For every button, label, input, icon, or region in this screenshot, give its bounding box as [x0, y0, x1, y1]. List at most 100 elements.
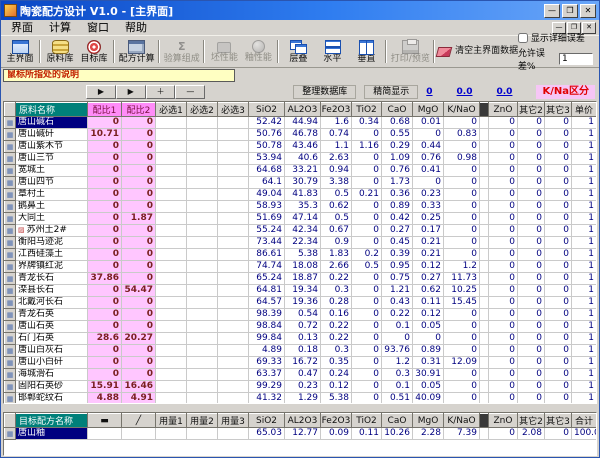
grid-cell[interactable]: 0.24: [321, 369, 352, 381]
grid-cell[interactable]: 53.94: [249, 153, 285, 165]
grid-cell[interactable]: 41.32: [249, 393, 285, 405]
material-name-cell[interactable]: 宽城土: [16, 165, 88, 177]
material-name-cell[interactable]: 唐山白灰石: [16, 345, 88, 357]
row-marker-icon[interactable]: ▦: [5, 237, 16, 249]
grid-cell[interactable]: [480, 153, 489, 165]
grid-cell[interactable]: [187, 369, 218, 381]
grid-cell[interactable]: 0: [489, 213, 518, 225]
row-marker-icon[interactable]: ▦: [5, 129, 16, 141]
row-marker-icon[interactable]: ▦: [5, 153, 16, 165]
grid-cell[interactable]: 52.42: [249, 117, 285, 129]
grid-cell[interactable]: 0: [444, 201, 480, 213]
grid-cell[interactable]: 0: [518, 333, 545, 345]
grid-cell[interactable]: [187, 225, 218, 237]
minimize-button[interactable]: —: [544, 4, 560, 18]
grid-cell[interactable]: 73.44: [249, 237, 285, 249]
grid-cell[interactable]: 0.05: [413, 321, 444, 333]
grid-cell[interactable]: [156, 309, 187, 321]
grid-cell[interactable]: [218, 297, 249, 309]
grid-cell[interactable]: 0: [352, 129, 382, 141]
grid-cell[interactable]: [480, 285, 489, 297]
grid-cell[interactable]: 0.68: [382, 117, 413, 129]
material-name-cell[interactable]: 唐山小白矸: [16, 357, 88, 369]
grid-cell[interactable]: 0.45: [382, 237, 413, 249]
grid-cell[interactable]: 0: [518, 225, 545, 237]
grid-cell[interactable]: [187, 201, 218, 213]
grid-cell[interactable]: 0: [122, 345, 156, 357]
grid-cell[interactable]: [156, 321, 187, 333]
stat-count[interactable]: 0: [426, 87, 432, 97]
grid-cell[interactable]: [480, 117, 489, 129]
grid-cell[interactable]: 10.26: [382, 428, 413, 440]
grid-cell[interactable]: 54.47: [122, 285, 156, 297]
grid-cell[interactable]: 16.46: [122, 381, 156, 393]
grid-cell[interactable]: 0: [352, 393, 382, 405]
material-name-cell[interactable]: 唐山碱矸: [16, 129, 88, 141]
grid-cell[interactable]: 1: [572, 309, 597, 321]
grid-cell[interactable]: 0: [518, 369, 545, 381]
grid-cell[interactable]: 0.75: [382, 273, 413, 285]
grid-cell[interactable]: 16.72: [285, 357, 321, 369]
grid-cell[interactable]: 0: [518, 153, 545, 165]
grid-cell[interactable]: 18.08: [285, 261, 321, 273]
grid-cell[interactable]: 1: [572, 297, 597, 309]
grid-cell[interactable]: 0: [444, 189, 480, 201]
grid-cell[interactable]: 86.61: [249, 249, 285, 261]
grid-cell[interactable]: 1: [572, 177, 597, 189]
material-name-cell[interactable]: ▨苏州土2#: [16, 225, 88, 237]
grid-cell[interactable]: 64.1: [249, 177, 285, 189]
grid-cell[interactable]: [480, 225, 489, 237]
grid-cell[interactable]: [156, 117, 187, 129]
material-name-cell[interactable]: 青龙长石: [16, 273, 88, 285]
grid-cell[interactable]: [480, 141, 489, 153]
grid-cell[interactable]: 0: [545, 153, 572, 165]
grid-cell[interactable]: [156, 189, 187, 201]
grid-cell[interactable]: 0.09: [321, 428, 352, 440]
grid-cell[interactable]: [218, 309, 249, 321]
grid-cell[interactable]: [480, 213, 489, 225]
grid-cell[interactable]: 0: [489, 189, 518, 201]
grid-cell[interactable]: [480, 189, 489, 201]
grid-cell[interactable]: 0: [545, 129, 572, 141]
grid-cell[interactable]: 0.95: [382, 261, 413, 273]
grid-cell[interactable]: 33.21: [285, 165, 321, 177]
grid-cell[interactable]: 64.68: [249, 165, 285, 177]
grid-cell[interactable]: 0: [518, 117, 545, 129]
grid-cell[interactable]: 0: [88, 345, 122, 357]
stat-sum1[interactable]: 0.0: [457, 87, 473, 97]
grid-cell[interactable]: 1.29: [285, 393, 321, 405]
grid-cell[interactable]: 37.86: [88, 273, 122, 285]
grid-cell[interactable]: 0: [545, 225, 572, 237]
grid-cell[interactable]: 0.22: [321, 321, 352, 333]
grid-cell[interactable]: 0.12: [413, 261, 444, 273]
grid-cell[interactable]: [187, 345, 218, 357]
grid-cell[interactable]: 0.21: [413, 249, 444, 261]
material-name-cell[interactable]: 唐山石英: [16, 321, 88, 333]
grid-cell[interactable]: [480, 261, 489, 273]
grid-cell[interactable]: [480, 357, 489, 369]
grid-cell[interactable]: [187, 213, 218, 225]
grid-cell[interactable]: 41.83: [285, 189, 321, 201]
grid-cell[interactable]: 0.62: [413, 285, 444, 297]
grid-cell[interactable]: 5.38: [285, 249, 321, 261]
grid-cell[interactable]: 0.13: [285, 333, 321, 345]
grid-cell[interactable]: 0: [352, 177, 382, 189]
grid-cell[interactable]: 0: [444, 117, 480, 129]
grid-cell[interactable]: 0: [444, 213, 480, 225]
grid-cell[interactable]: 0: [88, 153, 122, 165]
grid-cell[interactable]: 0: [122, 321, 156, 333]
grid-cell[interactable]: [187, 249, 218, 261]
grid-cell[interactable]: 19.34: [285, 285, 321, 297]
grid-cell[interactable]: 0.31: [413, 357, 444, 369]
grid-cell[interactable]: 0: [88, 189, 122, 201]
grid-cell[interactable]: 0: [122, 165, 156, 177]
grid-cell[interactable]: 0: [352, 369, 382, 381]
grid-cell[interactable]: 4.89: [249, 345, 285, 357]
grid-cell[interactable]: 1: [572, 321, 597, 333]
grid-cell[interactable]: 0: [352, 297, 382, 309]
grid-cell[interactable]: 4.88: [88, 393, 122, 405]
row-marker-icon[interactable]: ▦: [5, 321, 16, 333]
grid-cell[interactable]: 1: [572, 117, 597, 129]
grid-cell[interactable]: 0.5: [352, 261, 382, 273]
grid-cell[interactable]: 0: [122, 273, 156, 285]
